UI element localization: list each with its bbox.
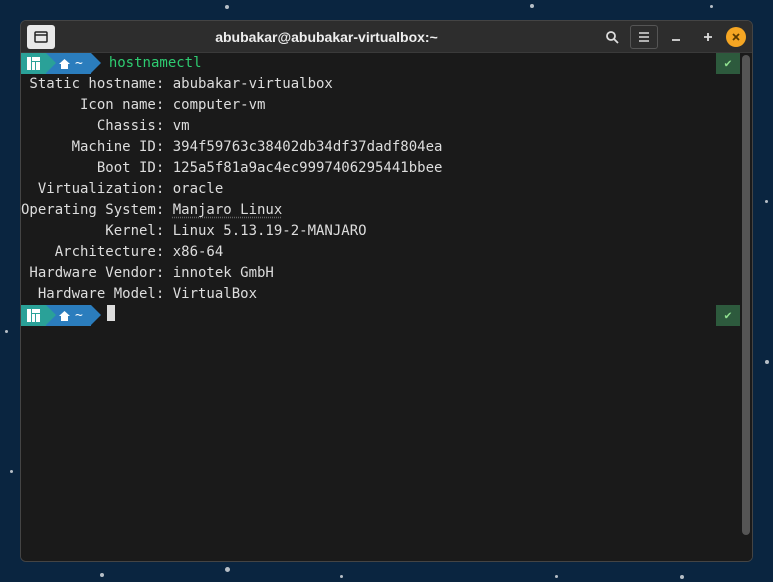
status-ok-badge: ✔ bbox=[716, 53, 740, 74]
menu-button[interactable] bbox=[630, 25, 658, 49]
output-line: Hardware Vendor: innotek GmbH bbox=[21, 263, 740, 284]
scrollbar[interactable] bbox=[740, 53, 752, 561]
output-line: Architecture: x86-64 bbox=[21, 242, 740, 263]
terminal-content[interactable]: ~ hostnamectl ✔ Static hostname: abubaka… bbox=[21, 53, 740, 561]
scrollbar-thumb[interactable] bbox=[742, 55, 750, 535]
prompt-path-text: ~ bbox=[75, 53, 83, 74]
titlebar: abubakar@abubakar-virtualbox:~ bbox=[21, 21, 752, 53]
prompt-line: ~ hostnamectl ✔ bbox=[21, 53, 740, 74]
output-line: Icon name: computer-vm bbox=[21, 95, 740, 116]
prompt-line-current[interactable]: ~ ✔ bbox=[21, 305, 740, 326]
window-title: abubakar@abubakar-virtualbox:~ bbox=[59, 29, 594, 45]
output-line: Hardware Model: VirtualBox bbox=[21, 284, 740, 305]
output-line: Kernel: Linux 5.13.19-2-MANJARO bbox=[21, 221, 740, 242]
output-line: Machine ID: 394f59763c38402db34df37dadf8… bbox=[21, 137, 740, 158]
output-line: Static hostname: abubakar-virtualbox bbox=[21, 74, 740, 95]
output-line: Boot ID: 125a5f81a9ac4ec9997406295441bbe… bbox=[21, 158, 740, 179]
prompt-path-text: ~ bbox=[75, 305, 83, 326]
terminal-window: abubakar@abubakar-virtualbox:~ bbox=[20, 20, 753, 562]
command-text: hostnamectl bbox=[91, 53, 202, 74]
close-button[interactable] bbox=[726, 27, 746, 47]
manjaro-logo-icon bbox=[21, 53, 46, 74]
minimize-button[interactable] bbox=[662, 25, 690, 49]
manjaro-logo-icon bbox=[21, 305, 46, 326]
maximize-button[interactable] bbox=[694, 25, 722, 49]
output-line: Virtualization: oracle bbox=[21, 179, 740, 200]
home-icon bbox=[58, 310, 71, 322]
command-output: Static hostname: abubakar-virtualbox Ico… bbox=[21, 74, 740, 305]
output-line: Chassis: vm bbox=[21, 116, 740, 137]
search-button[interactable] bbox=[598, 25, 626, 49]
cursor bbox=[107, 305, 115, 321]
status-ok-badge: ✔ bbox=[716, 305, 740, 326]
output-line: Operating System: Manjaro Linux bbox=[21, 200, 740, 221]
new-tab-button[interactable] bbox=[27, 25, 55, 49]
home-icon bbox=[58, 58, 71, 70]
terminal-body[interactable]: ~ hostnamectl ✔ Static hostname: abubaka… bbox=[21, 53, 752, 561]
